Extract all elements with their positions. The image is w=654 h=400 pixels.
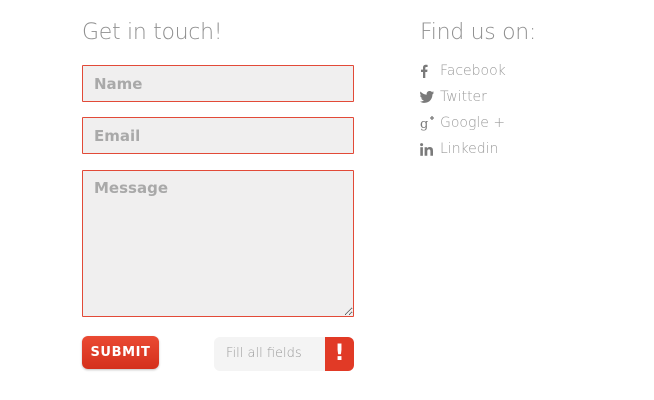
linkedin-icon xyxy=(420,140,438,158)
social-section: Find us on: Facebook Twitter g Google + … xyxy=(420,18,640,157)
contact-form: Get in touch! SUBMIT Fill all fields ! xyxy=(82,18,354,371)
social-heading: Find us on: xyxy=(420,20,536,45)
contact-heading: Get in touch! xyxy=(82,20,223,45)
validation-message: Fill all fields xyxy=(226,346,302,361)
social-link-twitter[interactable]: Twitter xyxy=(420,84,506,110)
google-plus-icon: g xyxy=(420,114,438,132)
message-field[interactable] xyxy=(82,170,354,317)
submit-button[interactable]: SUBMIT xyxy=(82,336,159,369)
social-label-linkedin: Linkedin xyxy=(440,141,499,157)
social-label-google-plus: Google + xyxy=(440,115,506,131)
social-link-facebook[interactable]: Facebook xyxy=(420,58,506,84)
contact-page: Get in touch! SUBMIT Fill all fields ! F… xyxy=(0,0,654,400)
twitter-icon xyxy=(420,88,438,106)
svg-text:g: g xyxy=(420,117,428,131)
social-link-google-plus[interactable]: g Google + xyxy=(420,110,506,136)
warning-icon: ! xyxy=(325,337,354,371)
email-field[interactable] xyxy=(82,117,354,154)
social-list: Facebook Twitter g Google + Linkedin xyxy=(420,58,506,162)
social-link-linkedin[interactable]: Linkedin xyxy=(420,136,506,162)
social-label-facebook: Facebook xyxy=(440,63,506,79)
validation-status: Fill all fields ! xyxy=(214,337,354,371)
social-label-twitter: Twitter xyxy=(440,89,487,105)
facebook-icon xyxy=(420,62,438,80)
name-field[interactable] xyxy=(82,65,354,102)
